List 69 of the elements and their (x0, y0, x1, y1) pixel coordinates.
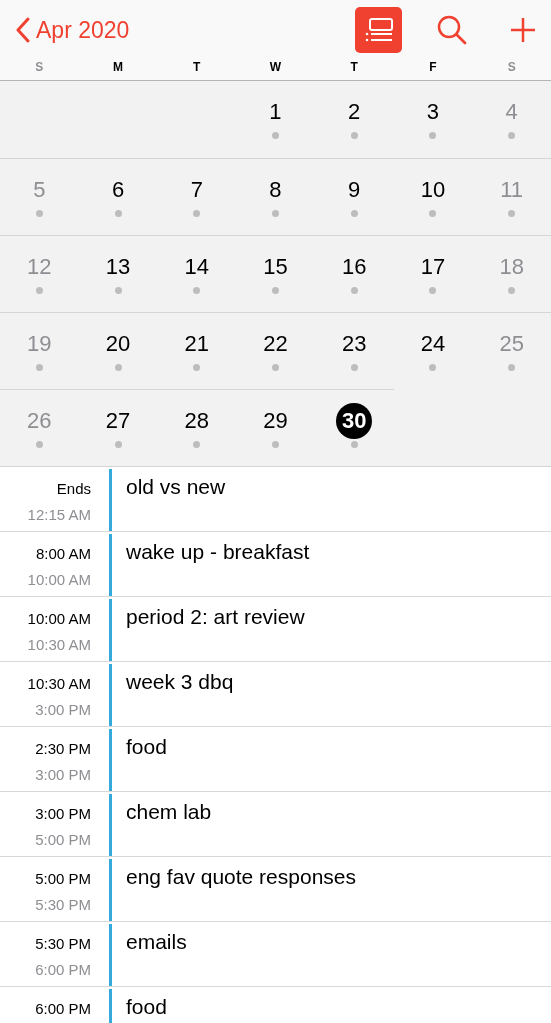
list-view-button[interactable] (355, 7, 402, 53)
weekday-label: M (113, 60, 124, 74)
end-time: 5:30 PM (35, 896, 91, 913)
day-number[interactable]: 23 (336, 326, 373, 362)
start-time: Ends (56, 480, 91, 497)
event-title[interactable]: chem lab (126, 792, 212, 856)
end-time: 3:00 PM (35, 766, 91, 783)
event-color-bar (109, 794, 112, 856)
day-number[interactable]: 24 (414, 326, 451, 362)
event-title[interactable]: wake up - breakfast (126, 532, 310, 596)
event-title[interactable]: week 3 dbq (126, 662, 234, 726)
start-time: 10:00 AM (27, 610, 91, 627)
start-time: 2:30 PM (35, 740, 91, 757)
event-title[interactable]: eng fav quote responses (126, 857, 356, 921)
end-time: 10:30 AM (27, 636, 91, 653)
end-time: 10:00 AM (27, 571, 91, 588)
day-number[interactable]: 15 (257, 249, 294, 285)
day-number[interactable]: 21 (178, 326, 215, 362)
day-number[interactable]: 2 (336, 94, 373, 130)
event-title[interactable]: emails (126, 922, 187, 986)
day-number[interactable]: 1 (257, 94, 294, 130)
event-color-bar (109, 534, 112, 596)
day-number[interactable]: 8 (257, 172, 294, 208)
start-time: 10:30 AM (27, 675, 91, 692)
end-time: 12:15 AM (27, 506, 91, 523)
start-time: 6:00 PM (35, 1000, 91, 1017)
event-title[interactable]: food (126, 727, 167, 791)
day-number[interactable]: 30 (336, 403, 373, 439)
day-number[interactable]: 16 (336, 249, 373, 285)
start-time: 3:00 PM (35, 805, 91, 822)
weekday-label: S (35, 60, 44, 74)
day-number[interactable]: 28 (178, 403, 215, 439)
event-color-bar (109, 859, 112, 921)
day-number[interactable]: 9 (336, 172, 373, 208)
event-title[interactable]: old vs new (126, 467, 226, 531)
search-icon[interactable] (436, 14, 468, 46)
chevron-left-icon (16, 17, 30, 43)
event-color-bar (109, 664, 112, 726)
add-icon[interactable] (509, 16, 537, 44)
event-color-bar (109, 924, 112, 986)
event-color-bar (109, 469, 112, 531)
day-number[interactable]: 27 (100, 403, 137, 439)
day-number[interactable]: 14 (178, 249, 215, 285)
day-number[interactable]: 20 (100, 326, 137, 362)
event-color-bar (109, 729, 112, 791)
day-number[interactable]: 6 (100, 172, 137, 208)
list-view-icon (363, 17, 394, 43)
event-title[interactable]: food (126, 987, 167, 1023)
start-time: 8:00 AM (35, 545, 91, 562)
weekday-label: T (350, 60, 358, 74)
weekday-label: F (429, 60, 437, 74)
day-number[interactable]: 22 (257, 326, 294, 362)
end-time: 5:00 PM (35, 831, 91, 848)
start-time: 5:30 PM (35, 935, 91, 952)
day-number[interactable]: 10 (414, 172, 451, 208)
end-time: 3:00 PM (35, 701, 91, 718)
end-time: 6:00 PM (35, 961, 91, 978)
day-number[interactable]: 29 (257, 403, 294, 439)
day-number[interactable]: 13 (100, 249, 137, 285)
event-title[interactable]: period 2: art review (126, 597, 305, 661)
weekday-label: T (193, 60, 201, 74)
weekday-label: W (269, 60, 282, 74)
start-time: 5:00 PM (35, 870, 91, 887)
event-color-bar (109, 599, 112, 661)
day-number[interactable]: 3 (414, 94, 451, 130)
weekday-label: S (507, 60, 516, 74)
day-number[interactable]: 7 (178, 172, 215, 208)
day-number[interactable]: 17 (414, 249, 451, 285)
back-button[interactable]: Apr 2020 (16, 16, 130, 44)
